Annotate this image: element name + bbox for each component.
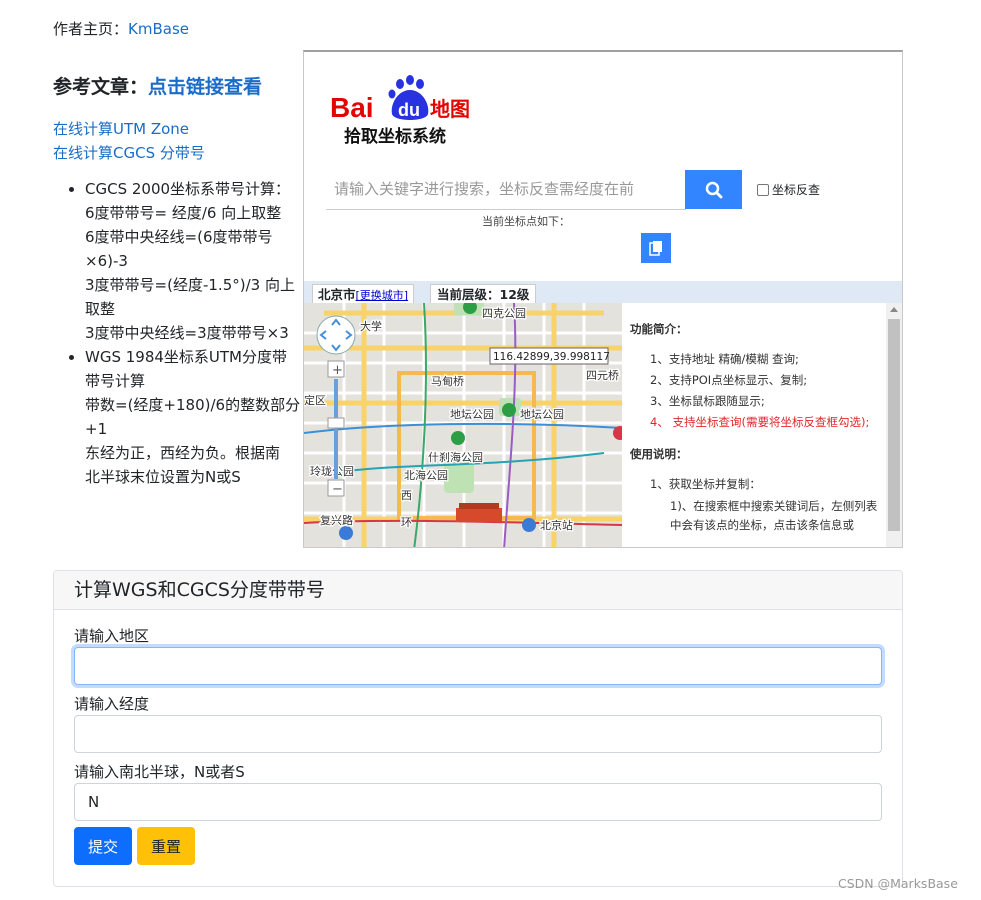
city-tab: 北京市[更换城市] xyxy=(312,284,415,303)
search-icon xyxy=(705,181,722,198)
submit-button[interactable]: 提交 xyxy=(74,827,132,865)
keyword-search-input[interactable] xyxy=(326,170,686,208)
map-label: 大学 xyxy=(360,319,382,333)
author-link[interactable]: KmBase xyxy=(128,20,189,38)
coordinate-readout: 116.42899,39.998117 xyxy=(493,351,610,363)
map-label: 地坛公园 xyxy=(520,408,564,421)
author-label: 作者主页： xyxy=(53,20,129,38)
formula-list: CGCS 2000坐标系带号计算： 6度带带号= 经度/6 向上取整 6度带中央… xyxy=(53,177,303,489)
longitude-input[interactable] xyxy=(74,715,882,753)
zone-calculator-card: 计算WGS和CGCS分度带带号 请输入地区 请输入经度 请输入南北半球，N或者S… xyxy=(53,570,903,887)
copy-coordinate-button[interactable] xyxy=(641,233,671,263)
formula-line: 6度带中央经线=(6度带带号 xyxy=(85,228,273,246)
formula-line: 北半球末位设置为N或S xyxy=(85,468,241,486)
usage-title: 使用说明： xyxy=(630,447,688,461)
formula-line: 带数=(经度+180)/6的整数部分 xyxy=(85,396,301,414)
map-label: 北京站 xyxy=(540,518,573,532)
city-name: 北京市 xyxy=(318,287,356,302)
intro-title: 功能简介： xyxy=(630,322,688,336)
wgs-formula-item: WGS 1984坐标系UTM分度带 带号计算 带数=(经度+180)/6的整数部… xyxy=(85,345,303,489)
reference-title-text: 参考文章： xyxy=(53,76,149,98)
reverse-lookup-label: 坐标反查 xyxy=(772,183,821,197)
map-header: 北京市[更换城市] 当前层级：12级 xyxy=(304,281,902,303)
map-label: 复兴路 xyxy=(320,513,353,527)
svg-text:−: − xyxy=(332,482,343,497)
usage-item: 1、获取坐标并复制： xyxy=(650,477,761,491)
csdn-watermark: CSDN @MarksBase xyxy=(838,876,958,891)
help-panel-scrollbar[interactable] xyxy=(886,303,902,547)
region-input[interactable] xyxy=(74,647,882,685)
map-label: 四克公园 xyxy=(482,307,526,320)
formula-line: 取整 xyxy=(85,300,116,318)
copy-icon xyxy=(649,241,662,256)
region-label: 请输入地区 xyxy=(74,627,150,645)
map-label: 西 xyxy=(401,489,412,502)
intro-item-highlight: 4、 支持坐标查询(需要将坐标反查框勾选); xyxy=(650,415,870,429)
utm-zone-link[interactable]: 在线计算UTM Zone xyxy=(53,117,303,141)
reference-panel: 参考文章：点击链接查看 在线计算UTM Zone 在线计算CGCS 分带号 CG… xyxy=(53,72,303,489)
picker-subtitle: 拾取坐标系统 xyxy=(344,127,446,147)
map-label: 玲珑公园 xyxy=(310,465,354,478)
map-label: 马甸桥 xyxy=(431,375,464,388)
reference-title-link[interactable]: 点击链接查看 xyxy=(148,76,262,98)
logo-map: 地图 xyxy=(430,97,470,121)
zoom-level-tab: 当前层级：12级 xyxy=(430,284,537,303)
longitude-label: 请输入经度 xyxy=(74,695,150,713)
map-canvas[interactable]: 四克公园 马甸桥 四元桥 地坛公园 地坛公园 什刹海公园 北海公园 玲珑公园 复… xyxy=(304,303,622,547)
author-line: 作者主页：KmBase xyxy=(53,18,189,39)
formula-line: 东经为正，西经为负。根据南 xyxy=(85,444,281,462)
cgcs-formula-item: CGCS 2000坐标系带号计算： 6度带带号= 经度/6 向上取整 6度带中央… xyxy=(85,177,303,345)
baidu-coordinate-picker-frame: Bai du 地图 拾取坐标系统 坐标反查 当前坐标点如下： xyxy=(303,50,903,548)
logo-bai: Bai xyxy=(330,92,374,123)
scrollbar-thumb[interactable] xyxy=(888,319,900,531)
map-label: 环 xyxy=(401,516,412,529)
intro-item: 3、坐标鼠标跟随显示; xyxy=(650,394,765,408)
search-button[interactable] xyxy=(685,170,742,209)
reverse-lookup-checkbox[interactable] xyxy=(757,183,769,196)
search-bar xyxy=(326,170,686,210)
hemisphere-input[interactable] xyxy=(74,783,882,821)
formula-line: 6度带带号= 经度/6 向上取整 xyxy=(85,204,282,222)
cgcs-zone-link[interactable]: 在线计算CGCS 分带号 xyxy=(53,141,303,165)
formula-line: 3度带中央经线=3度带带号×3 xyxy=(85,324,289,342)
formula-line: 3度带带号=(经度-1.5°)/3 向上 xyxy=(85,276,295,294)
change-city-link[interactable]: [更换城市] xyxy=(356,289,409,302)
reset-button[interactable]: 重置 xyxy=(137,827,195,865)
scroll-up-icon[interactable] xyxy=(890,307,898,312)
map-label: 北海公园 xyxy=(404,468,448,482)
map-label: 定区 xyxy=(304,393,326,407)
logo-du: du xyxy=(398,100,420,120)
formula-line: 带号计算 xyxy=(85,372,146,390)
help-panel: 功能简介： 1、支持地址 精确/模糊 查询; 2、支持POI点坐标显示、复制; … xyxy=(622,303,886,547)
reference-title: 参考文章：点击链接查看 xyxy=(53,72,303,99)
map-label: 什刹海公园 xyxy=(428,450,483,464)
svg-text:+: + xyxy=(332,363,343,378)
hemisphere-label: 请输入南北半球，N或者S xyxy=(74,763,245,781)
usage-sub-item: 1)、在搜索框中搜索关键词后，左侧列表中会有该点的坐标，点击该条信息或 xyxy=(670,499,878,532)
formula-line: WGS 1984坐标系UTM分度带 xyxy=(85,348,288,366)
intro-item: 2、支持POI点坐标显示、复制; xyxy=(650,373,808,387)
map-label: 四元桥 xyxy=(586,369,619,382)
map-pan-control[interactable] xyxy=(316,315,356,355)
formula-line: ×6)-3 xyxy=(85,252,128,270)
current-point-label: 当前坐标点如下： xyxy=(482,215,570,228)
map-label: 地坛公园 xyxy=(450,408,494,421)
intro-item: 1、支持地址 精确/模糊 查询; xyxy=(650,352,799,366)
formula-line: CGCS 2000坐标系带号计算： xyxy=(85,180,291,198)
calculator-title: 计算WGS和CGCS分度带带号 xyxy=(54,571,902,610)
reverse-lookup-toggle[interactable]: 坐标反查 xyxy=(757,181,820,198)
formula-line: +1 xyxy=(85,420,108,438)
